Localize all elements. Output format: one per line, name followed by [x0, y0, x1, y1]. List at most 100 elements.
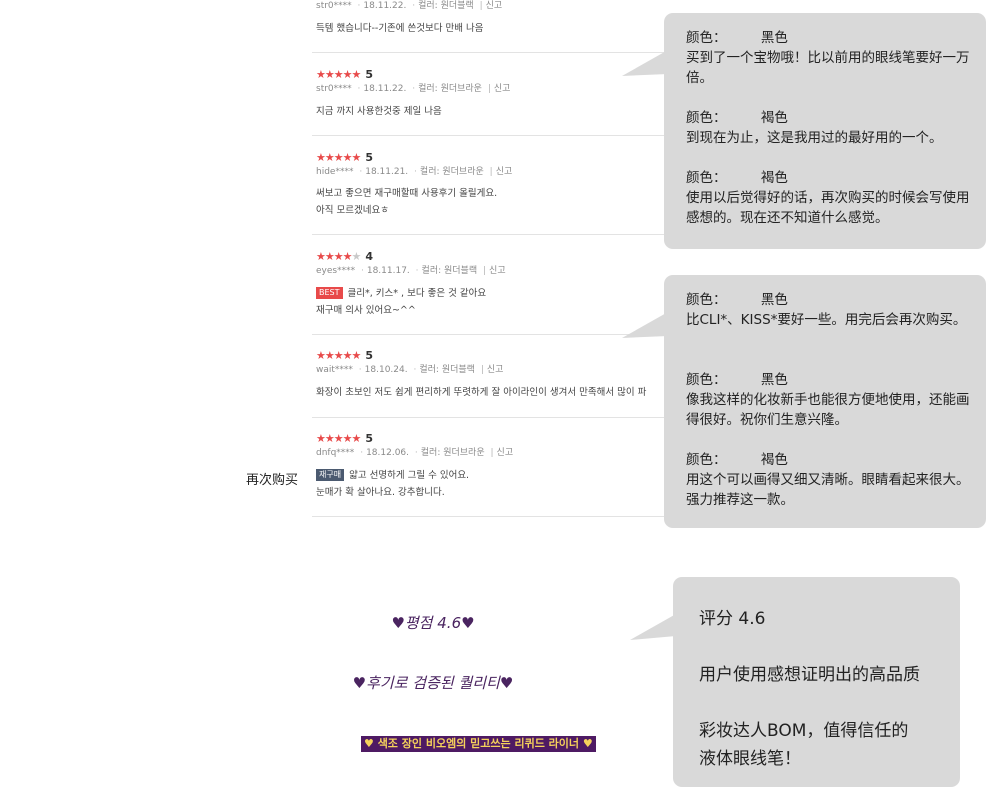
review-body: 재구매 얇고 선명하게 그릴 수 있어요. 눈매가 확 살아나요. 강추합니다.: [316, 467, 469, 501]
review-item: ★★★★★ 4 eyes**** · 18.11.17. · 컬러: 원더블랙 | 신…: [312, 235, 664, 335]
translation-bubble-1: 颜色： 黑色 买到了一个宝物哦！比以前用的眼线笔要好一万倍。 颜色： 褐色 到现…: [664, 13, 986, 249]
translation-item: 颜色： 褐色 用这个可以画得又细又清晰。眼睛看起来很大。强力推荐这一款。: [686, 450, 972, 510]
quality-headline: ♥후기로 검증된 퀄리티♥: [352, 674, 514, 692]
review-item: ★★★★★ 5 dnfq**** · 18.12.06. · 컬러: 원더브라운 |…: [312, 418, 664, 517]
star-rating: ★★★★★: [316, 151, 361, 164]
review-body: 득템 했습니다--기존에 쓴것보다 만배 나음: [316, 20, 484, 37]
review-date: 18.11.21.: [365, 167, 409, 177]
translation-item: 颜色： 褐色 到现在为止，这是我用过的最好用的一个。: [686, 108, 972, 148]
review-item: ★★★★★ 5 str0**** · 18.11.22. · 컬러: 원더브라운 |…: [312, 53, 664, 136]
color-value: 黑色: [760, 292, 788, 308]
review-text: 눈매가 확 살아나요. 강추합니다.: [316, 487, 445, 498]
rating-score: 4: [365, 250, 373, 263]
report-link[interactable]: 신고: [487, 365, 504, 375]
review-date: 18.10.24.: [364, 365, 408, 375]
review-body: 써보고 좋으면 재구매할때 사용후기 올릴게요. 아직 모르겠네요ㅎ: [316, 185, 497, 219]
rating-row: ★★★★★ 5: [316, 432, 373, 446]
report-link[interactable]: 신고: [486, 1, 503, 11]
report-link[interactable]: 신고: [489, 266, 506, 276]
repurchase-badge: 재구매: [316, 469, 345, 481]
best-badge: BEST: [316, 287, 343, 299]
review-text: 아직 모르겠네요ㅎ: [316, 205, 389, 216]
color-label: 颜色：: [686, 170, 727, 186]
review-text: 화장이 초보인 저도 쉽게 편리하게 뚜렷하게 잘 아이라인이 생겨서 만족해서…: [316, 387, 647, 398]
translation-item: 颜色： 褐色 使用以后觉得好的话，再次购买的时候会写使用感想的。现在还不知道什么…: [686, 168, 972, 228]
banner-translation: 彩妆达人BOM，值得信任的: [699, 721, 909, 741]
report-link[interactable]: 신고: [497, 448, 514, 458]
color-label: 颜色：: [686, 372, 727, 388]
review-body: 화장이 초보인 저도 쉽게 편리하게 뚜렷하게 잘 아이라인이 생겨서 만족해서…: [316, 384, 646, 401]
review-date: 18.11.22.: [363, 84, 407, 94]
review-color: 컬러: 원더블랙: [418, 1, 474, 11]
review-author: eyes****: [316, 266, 356, 276]
review-text: 재구매 의사 있어요~^^: [316, 305, 416, 316]
banner-translation: 液体眼线笔！: [699, 749, 801, 769]
translation-item: 颜色： 黑色 比CLI*、KISS*要好一些。用完后会再次购买。: [686, 290, 972, 330]
review-list: str0**** · 18.11.22. · 컬러: 원더블랙 | 신고 득템 했습니…: [312, 0, 664, 517]
star-rating: ★★★★★: [316, 432, 361, 445]
review-body: BEST 클리*, 키스* , 보다 좋은 것 같아요 재구매 의사 있어요~^^: [316, 285, 486, 319]
color-value: 黑色: [760, 30, 788, 46]
review-meta: hide**** · 18.11.21. · 컬러: 원더브라운 | 신고: [316, 167, 513, 177]
review-author: dnfq****: [316, 448, 355, 458]
review-color: 컬러: 원더블랙: [419, 365, 475, 375]
review-meta: str0**** · 18.11.22. · 컬러: 원더블랙 | 신고: [316, 1, 503, 11]
rating-headline: ♥평점 4.6♥: [391, 614, 475, 632]
review-author: str0****: [316, 1, 352, 11]
translation-text: 到现在为止，这是我用过的最好用的一个。: [686, 130, 943, 146]
review-author: wait****: [316, 365, 353, 375]
color-label: 颜色：: [686, 452, 727, 468]
translation-text: 像我这样的化妆新手也能很方便地使用，还能画得很好。祝你们生意兴隆。: [686, 392, 970, 428]
review-text: 클리*, 키스* , 보다 좋은 것 같아요: [347, 288, 487, 299]
review-color: 컬러: 원더브라운: [420, 448, 485, 458]
rating-row: ★★★★★ 5: [316, 68, 373, 82]
review-meta: dnfq**** · 18.12.06. · 컬러: 원더브라운 | 신고: [316, 448, 514, 458]
translation-text: 用这个可以画得又细又清晰。眼睛看起来很大。强力推荐这一款。: [686, 472, 970, 508]
review-meta: wait**** · 18.10.24. · 컬러: 원더블랙 | 신고: [316, 365, 504, 375]
color-value: 黑色: [760, 372, 788, 388]
review-author: hide****: [316, 167, 354, 177]
rating-score: 5: [365, 68, 373, 81]
review-color: 컬러: 원더브라운: [418, 84, 482, 94]
color-value: 褐色: [760, 452, 788, 468]
report-link[interactable]: 신고: [494, 84, 511, 94]
translation-item: 颜色： 黑色 买到了一个宝物哦！比以前用的眼线笔要好一万倍。: [686, 28, 972, 88]
rating-row: ★★★★★ 5: [316, 151, 373, 165]
review-meta: str0**** · 18.11.22. · 컬러: 원더브라운 | 신고: [316, 84, 511, 94]
star-rating: ★★★★★: [316, 349, 361, 362]
divider: [312, 516, 664, 517]
report-link[interactable]: 신고: [496, 167, 513, 177]
translation-bubble-2: 颜色： 黑色 比CLI*、KISS*要好一些。用完后会再次购买。 颜色： 黑色 …: [664, 275, 986, 528]
rating-score: 5: [365, 349, 373, 362]
color-label: 颜色：: [686, 110, 727, 126]
rating-score: 5: [365, 151, 373, 164]
speech-bubble-tail: [622, 312, 668, 338]
translation-item: 颜色： 黑色 像我这样的化妆新手也能很方便地使用，还能画得很好。祝你们生意兴隆。: [686, 370, 972, 430]
review-text: 얇고 선명하게 그릴 수 있어요.: [349, 470, 470, 481]
review-body: 지금 까지 사용한것중 제일 나음: [316, 103, 442, 120]
review-date: 18.12.06.: [366, 448, 410, 458]
color-value: 褐色: [760, 110, 788, 126]
rating-row: ★★★★★ 4: [316, 250, 373, 264]
star-rating: ★★★★★: [316, 250, 361, 263]
review-author: str0****: [316, 84, 352, 94]
review-color: 컬러: 원더브라운: [419, 167, 484, 177]
review-text: 써보고 좋으면 재구매할때 사용후기 올릴게요.: [316, 188, 498, 199]
review-date: 18.11.17.: [366, 266, 410, 276]
color-value: 褐色: [760, 170, 788, 186]
rating-row: ★★★★★ 5: [316, 349, 373, 363]
review-date: 18.11.22.: [363, 1, 407, 11]
translation-text: 使用以后觉得好的话，再次购买的时候会写使用感想的。现在还不知道什么感觉。: [686, 190, 970, 226]
star-rating: ★★★★★: [316, 68, 361, 81]
translation-text: 比CLI*、KISS*要好一些。用完后会再次购买。: [686, 312, 967, 328]
repurchase-annotation: 再次购买: [246, 473, 299, 488]
color-label: 颜色：: [686, 292, 727, 308]
review-color: 컬러: 원더블랙: [421, 266, 478, 276]
review-item: str0**** · 18.11.22. · 컬러: 원더블랙 | 신고 득템 했습니…: [312, 0, 664, 53]
translation-text: 买到了一个宝物哦！比以前用的眼线笔要好一万倍。: [686, 50, 970, 86]
review-text: 지금 까지 사용한것중 제일 나음: [316, 106, 442, 117]
promo-banner: ♥ 색조 장인 비오엠의 믿고쓰는 리퀴드 라이너 ♥: [361, 736, 596, 752]
rating-score: 5: [365, 432, 373, 445]
review-text: 득템 했습니다--기존에 쓴것보다 만배 나음: [316, 23, 484, 34]
review-item: ★★★★★ 5 wait**** · 18.10.24. · 컬러: 원더블랙 | 신…: [312, 335, 664, 418]
